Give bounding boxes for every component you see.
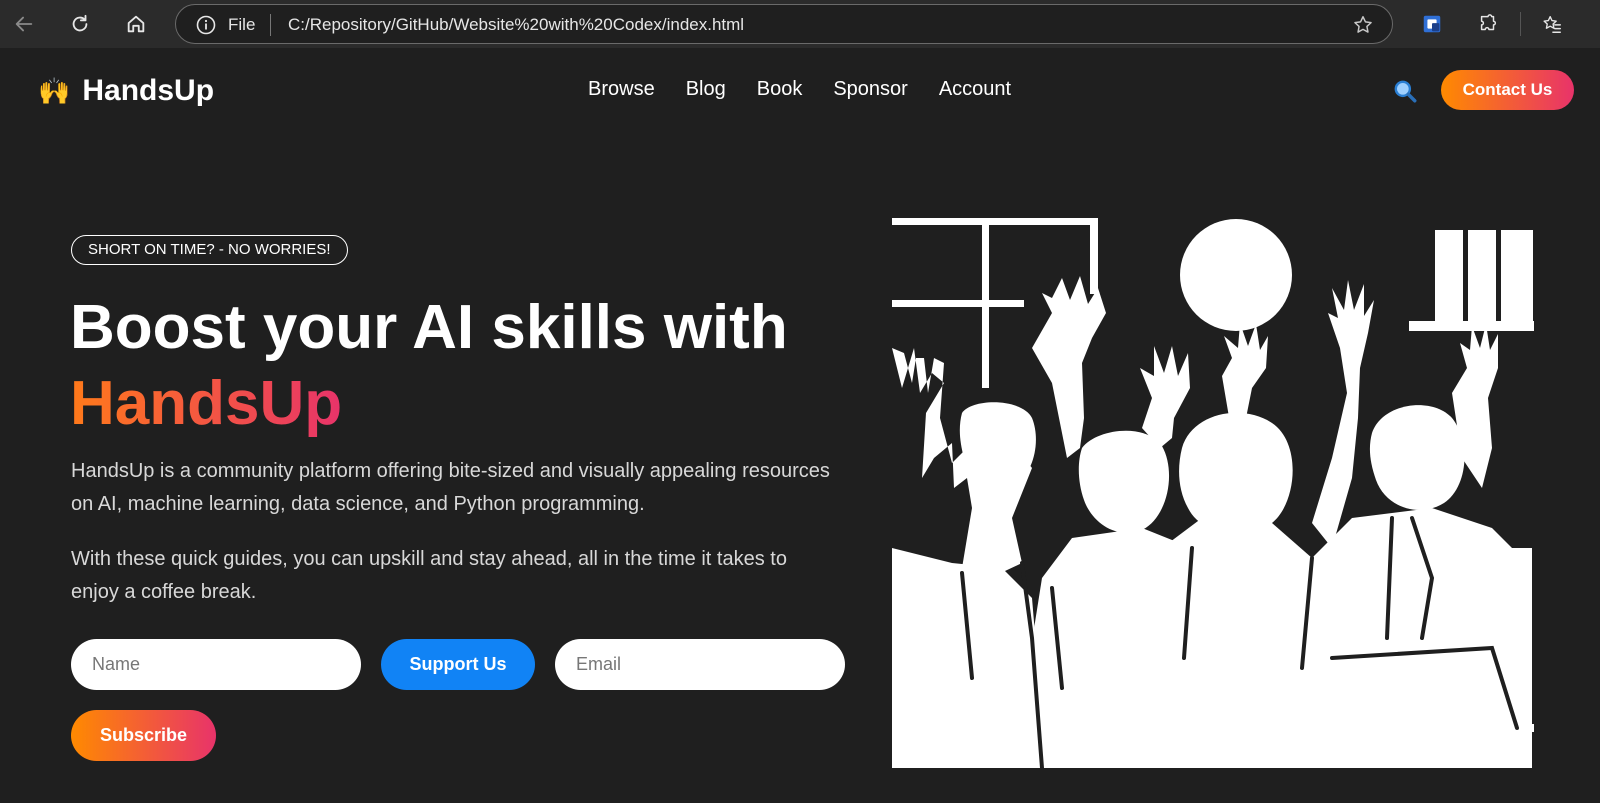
hero-headline: Boost your AI skills with HandsUp (70, 290, 870, 442)
search-button[interactable] (1390, 76, 1420, 106)
nav-link-book[interactable]: Book (757, 78, 803, 101)
hero-paragraph-1: HandsUp is a community platform offering… (71, 460, 830, 515)
scheme-label: File (228, 15, 256, 34)
url-text[interactable]: C:/Repository/GitHub/Website%20with%20Co… (288, 15, 744, 35)
url-divider (270, 14, 271, 36)
hero-paragraph-2: With these quick guides, you can upskill… (71, 548, 787, 603)
email-field[interactable] (555, 639, 845, 690)
main-nav: Browse Blog Book Sponsor Account (588, 78, 1011, 101)
contact-us-button[interactable]: Contact Us (1441, 70, 1574, 110)
puzzle-icon[interactable] (1475, 11, 1501, 37)
nav-link-account[interactable]: Account (939, 78, 1011, 101)
hero-badge: SHORT ON TIME? - NO WORRIES! (71, 235, 348, 265)
browser-toolbar: File C:/Repository/GitHub/Website%20with… (0, 0, 1600, 48)
search-icon (1394, 80, 1417, 103)
support-us-button[interactable]: Support Us (381, 639, 535, 690)
brand-name: HandsUp (82, 74, 215, 107)
address-bar[interactable]: File C:/Repository/GitHub/Website%20with… (175, 4, 1393, 44)
star-icon[interactable] (1352, 14, 1374, 36)
toolbar-divider (1520, 12, 1521, 36)
site-header: 🙌 HandsUp Browse Blog Book Sponsor Accou… (0, 48, 1600, 132)
name-field[interactable] (71, 639, 361, 690)
headline-text: Boost your AI skills with (70, 293, 788, 362)
favorites-icon[interactable] (1539, 11, 1565, 37)
headline-brand: HandsUp (70, 369, 343, 438)
raised-hands-icon: 🙌 (38, 76, 71, 106)
home-icon[interactable] (120, 8, 152, 40)
nav-link-browse[interactable]: Browse (588, 78, 655, 101)
reload-icon[interactable] (64, 8, 96, 40)
nav-link-sponsor[interactable]: Sponsor (833, 78, 908, 101)
logo[interactable]: 🙌 HandsUp (38, 74, 214, 108)
nav-link-blog[interactable]: Blog (686, 78, 726, 101)
hero-illustration (892, 218, 1534, 768)
back-arrow-icon[interactable] (8, 8, 40, 40)
extension-shield-icon[interactable] (1419, 11, 1445, 37)
subscribe-button[interactable]: Subscribe (71, 710, 216, 761)
info-icon[interactable] (196, 15, 216, 35)
